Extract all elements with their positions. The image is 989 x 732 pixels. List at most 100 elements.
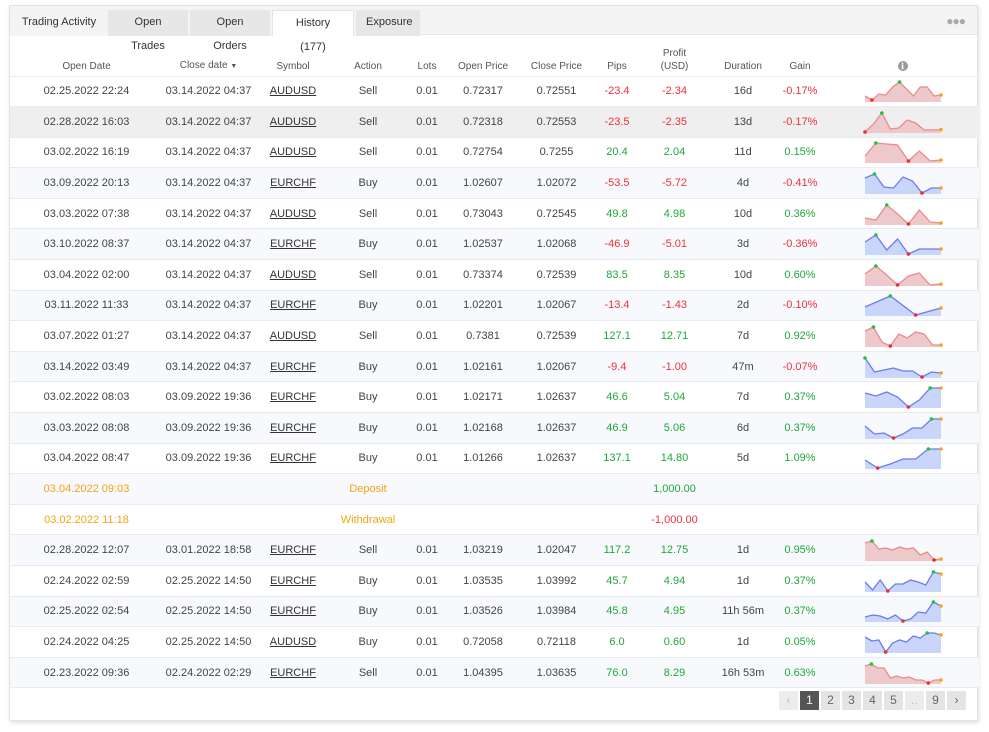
open-date-cell-value: 03.04.2022 02:00 (43, 268, 130, 281)
open-date-cell: 03.02.2022 11:18 (10, 504, 163, 536)
symbol-cell-value[interactable]: EURCHF (270, 544, 316, 556)
sparkline-area (864, 632, 941, 653)
col-close-price[interactable]: Close Price (516, 35, 597, 77)
sparkline-max-point (879, 111, 884, 115)
lots-cell-value: 0.01 (416, 238, 438, 251)
close-date-cell-value: 03.14.2022 04:37 (165, 360, 252, 373)
close-date-cell: 03.14.2022 04:37 (163, 351, 254, 383)
table-row: 03.11.2022 11:33 03.14.2022 04:37 EURCHF Bu… (10, 290, 979, 322)
empty-cell (450, 504, 516, 536)
col-action[interactable]: Action (332, 35, 404, 77)
prev-page-button[interactable]: ‹ (779, 691, 798, 710)
symbol-cell: EURCHF (254, 412, 332, 444)
table-row: 03.07.2022 01:27 03.14.2022 04:37 AUDUSD Se… (10, 320, 979, 352)
table-row: 03.14.2022 03:49 03.14.2022 04:37 EURCHF Bu… (10, 351, 979, 383)
action-cell-value: Buy (358, 177, 378, 190)
profit-cell: 0.60 (637, 626, 712, 658)
open-price-cell: 1.02201 (450, 290, 516, 322)
symbol-cell-value[interactable]: EURCHF (270, 299, 316, 311)
symbol-cell-value[interactable]: AUDUSD (270, 269, 316, 281)
open-date-cell-value: 03.07.2022 01:27 (43, 330, 130, 343)
page-button-4[interactable]: 4 (863, 691, 882, 710)
open-date-cell-value: 02.24.2022 04:25 (43, 635, 130, 648)
tab-trading-activity[interactable]: Trading Activity (10, 10, 108, 36)
open-date-cell: 03.09.2022 20:13 (10, 167, 163, 199)
open-price-cell: 1.02171 (450, 381, 516, 414)
sparkline-chart (864, 539, 943, 563)
sparkline-min-point (906, 221, 910, 226)
page-button-1[interactable]: 1 (800, 691, 819, 710)
tab-exposure[interactable]: Exposure (356, 10, 420, 36)
open-date-cell-value: 02.28.2022 16:03 (43, 115, 130, 128)
open-price-cell: 1.02607 (450, 167, 516, 199)
symbol-cell-value[interactable]: EURCHF (270, 422, 316, 434)
profit-cell: 4.95 (637, 596, 712, 628)
symbol-cell: EURCHF (254, 381, 332, 414)
page-ellipsis[interactable]: .. (905, 691, 924, 710)
symbol-cell-value[interactable]: AUDUSD (270, 208, 316, 220)
sparkline-min-point (931, 558, 936, 563)
sparkline-chart (864, 569, 943, 593)
symbol-cell-value[interactable]: EURCHF (270, 391, 316, 403)
symbol-cell-value[interactable]: EURCHF (270, 575, 316, 587)
profit-cell-value: -1.00 (661, 360, 688, 373)
lots-cell: 0.01 (404, 626, 450, 658)
open-price-cell-value: 1.03526 (463, 605, 503, 618)
symbol-cell-value[interactable]: EURCHF (270, 238, 316, 250)
symbol-cell-value[interactable]: AUDUSD (270, 330, 316, 342)
symbol-cell: EURCHF (254, 596, 332, 628)
duration-cell-value: 3d (736, 238, 750, 251)
close-date-cell: 03.14.2022 04:37 (163, 290, 254, 322)
symbol-cell-value[interactable]: EURCHF (270, 667, 316, 679)
symbol-cell-value[interactable]: AUDUSD (270, 116, 316, 128)
page-button-3[interactable]: 3 (842, 691, 861, 710)
open-price-cell: 1.04395 (450, 657, 516, 689)
col-open-price[interactable]: Open Price (450, 35, 516, 77)
col-duration[interactable]: Duration (712, 35, 774, 77)
open-date-cell: 03.11.2022 11:33 (10, 290, 163, 322)
col-profit[interactable]: Profit (USD) (637, 35, 712, 77)
symbol-cell: AUDUSD (254, 137, 332, 169)
lots-cell: 0.01 (404, 381, 450, 414)
lots-cell-value: 0.01 (416, 605, 438, 618)
tab-open-trades[interactable]: Open Trades (108, 10, 188, 52)
symbol-cell-value[interactable]: EURCHF (270, 605, 316, 617)
balance-row: 03.02.2022 11:18 Withdrawal -1,000.00 (10, 504, 979, 536)
close-date-cell-value: 03.14.2022 04:37 (165, 85, 252, 98)
page-button-5[interactable]: 5 (884, 691, 903, 710)
sparkline-cell (826, 76, 979, 108)
profit-cell-value: 12.71 (660, 330, 689, 343)
info-icon[interactable]: i (897, 60, 908, 71)
close-date-cell-value: 03.09.2022 19:36 (165, 391, 252, 404)
col-gain[interactable]: Gain (774, 35, 826, 77)
close-date-cell-value: 03.14.2022 04:37 (165, 146, 252, 159)
action-cell-value: Buy (358, 574, 378, 587)
sparkline-last-point (938, 306, 943, 311)
page-button-2[interactable]: 2 (821, 691, 840, 710)
ellipsis-icon[interactable]: ●●● (946, 14, 966, 28)
symbol-cell-value[interactable]: EURCHF (270, 177, 316, 189)
symbol-cell-value[interactable]: AUDUSD (270, 85, 316, 97)
close-price-cell-value: 1.03992 (536, 574, 577, 587)
tab-open-orders[interactable]: Open Orders (190, 10, 270, 52)
lots-cell: 0.01 (404, 76, 450, 108)
close-date-cell: 03.14.2022 04:37 (163, 228, 254, 261)
profit-cell: -5.72 (637, 167, 712, 199)
symbol-cell-value[interactable]: AUDUSD (270, 146, 316, 158)
open-date-cell: 02.25.2022 02:54 (10, 596, 163, 628)
page-button-9[interactable]: 9 (926, 691, 945, 710)
close-date-cell-value: 03.14.2022 04:37 (165, 177, 252, 190)
sparkline-last-point (938, 417, 943, 421)
sparkline-max-point (872, 172, 876, 176)
profit-cell: 2.04 (637, 137, 712, 169)
symbol-cell-value[interactable]: AUDUSD (270, 636, 316, 648)
col-lots[interactable]: Lots (404, 35, 450, 77)
symbol-cell-value[interactable]: EURCHF (270, 361, 316, 373)
duration-cell: 5d (712, 443, 774, 475)
tab-history[interactable]: History (177) (272, 10, 354, 53)
sparkline-chart (864, 661, 943, 685)
col-pips[interactable]: Pips (597, 35, 637, 77)
symbol-cell-value[interactable]: EURCHF (270, 452, 316, 464)
next-page-button[interactable]: › (947, 691, 966, 710)
balance-type-cell-value: Withdrawal (340, 513, 396, 526)
